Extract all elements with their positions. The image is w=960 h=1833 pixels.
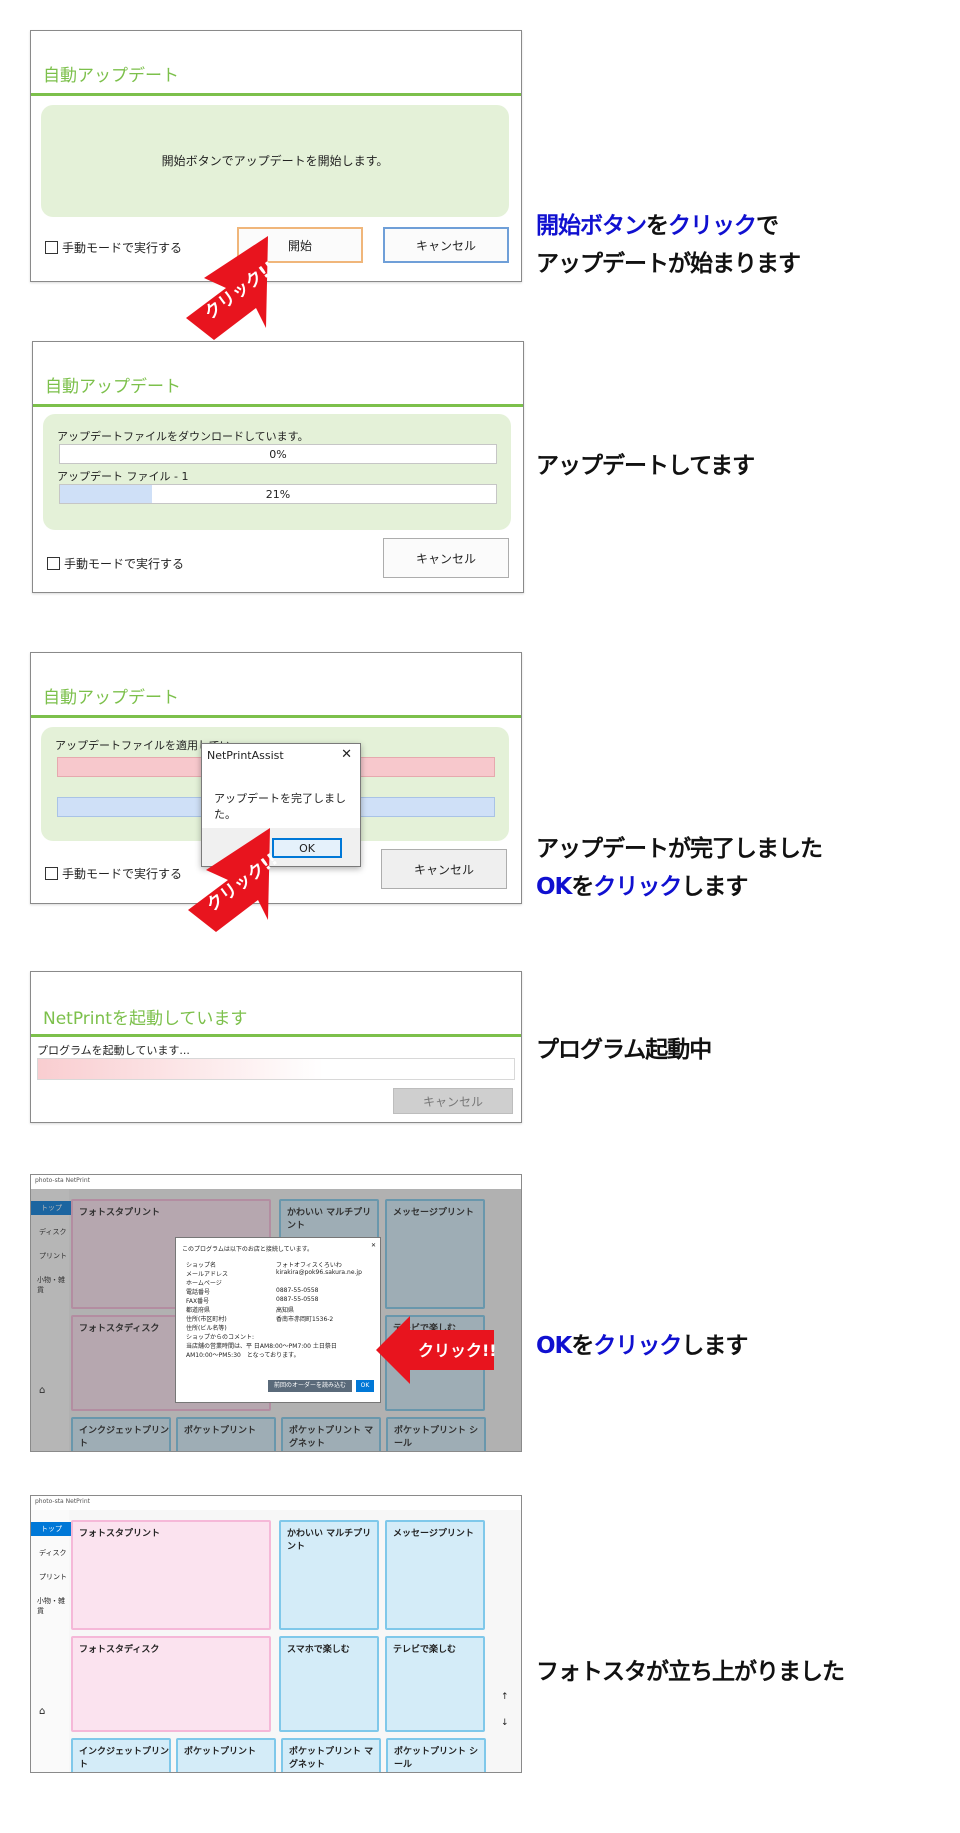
click-arrow-icon: クリック!! [172, 820, 307, 940]
caption-start: 開始ボタンをクリックで アップデートが始まります [536, 213, 801, 277]
dialog-message: アップデートを完了しました。 [214, 792, 346, 821]
app-title: photo-sta NetPrint [35, 1498, 90, 1505]
window-title: 自動アップデート [45, 377, 181, 397]
dialog-header: このプログラムは以下のお店と接続しています。 [182, 1246, 314, 1253]
nav-item-goods[interactable]: 小物・雑貨 [37, 1596, 69, 1616]
app-screenshot-launched: photo-sta NetPrint トップ ディスク プリント 小物・雑貨 ⌂… [30, 1495, 522, 1773]
launch-status: プログラムを起動しています... [37, 1044, 190, 1057]
checkbox-box[interactable] [47, 557, 60, 570]
shop-row: FAX番号 0887-55-0558 [186, 1296, 319, 1305]
nav-item-print[interactable]: プリント [39, 1572, 67, 1582]
tile-pocket-sticker[interactable]: ポケットプリント シール [386, 1738, 486, 1772]
app-titlebar: photo-sta NetPrint [31, 1175, 521, 1189]
close-icon[interactable]: ✕ [341, 747, 352, 762]
shop-row: 電話番号 0887-55-0558 [186, 1287, 319, 1296]
title-divider [31, 1034, 521, 1037]
message-box: 開始ボタンでアップデートを開始します。 [41, 105, 509, 217]
tile-photosta-print[interactable]: フォトスタプリント [71, 1520, 271, 1630]
progress-box: アップデートファイルをダウンロードしています。 0% アップデート ファイル -… [43, 414, 511, 530]
file-label: アップデート ファイル - 1 [57, 470, 189, 483]
cancel-button[interactable]: キャンセル [381, 849, 507, 889]
checkbox-label: 手動モードで実行する [64, 557, 185, 571]
shop-row: 都道府県 高知県 [186, 1307, 295, 1314]
scroll-up-icon[interactable]: ↑ [501, 1692, 509, 1702]
tile-smartphone[interactable]: スマホで楽しむ [279, 1636, 379, 1732]
title-divider [31, 715, 521, 718]
shop-dialog: このプログラムは以下のお店と接続しています。 ✕ ショップ名 フォトオフィスくろい… [175, 1237, 381, 1403]
click-arrow-icon: クリック!! [376, 1308, 497, 1392]
shop-row: ショップからのコメント: [186, 1334, 255, 1341]
shop-row: 住所(ビル名等) [186, 1325, 227, 1332]
click-arrow-icon: クリック!! [170, 228, 305, 348]
shop-comment-line1: 当店舗の営業時間は、平 日AM8:00～PM7:00 土日祭日 [186, 1343, 337, 1350]
tile-multi-print[interactable]: かわいい マルチプリント [279, 1520, 379, 1630]
manual-mode-checkbox[interactable]: 手動モードで実行する [45, 239, 182, 256]
manual-mode-checkbox[interactable]: 手動モードで実行する [45, 865, 182, 882]
download-progress-bar: 0% [59, 444, 497, 464]
shop-comment-line2: AM10:00～PM5:30 となっております。 [186, 1352, 300, 1359]
tile-inkjet[interactable]: インクジェットプリント [71, 1738, 171, 1772]
ok-button[interactable]: OK [356, 1380, 374, 1392]
cancel-button[interactable]: キャンセル [393, 1088, 513, 1114]
manual-mode-checkbox[interactable]: 手動モードで実行する [47, 555, 184, 572]
start-message: 開始ボタンでアップデートを開始します。 [161, 154, 389, 168]
shop-row: ショップ名 フォトオフィスくろいわ [186, 1262, 342, 1269]
tile-pocket[interactable]: ポケットプリント [176, 1738, 276, 1772]
scroll-down-icon[interactable]: ↓ [501, 1718, 509, 1728]
checkbox-box[interactable] [45, 867, 58, 880]
caption-launched: フォトスタが立ち上がりました [536, 1659, 845, 1685]
tile-message-print[interactable]: メッセージプリント [385, 1520, 485, 1630]
caption-progress: アップデートしてます [536, 453, 755, 479]
checkbox-label: 手動モードで実行する [62, 867, 183, 881]
download-percent: 0% [269, 447, 287, 461]
caption-complete: アップデートが完了しました OKをクリックします [536, 836, 823, 900]
cancel-button[interactable]: キャンセル [383, 227, 509, 263]
caption-launching: プログラム起動中 [536, 1037, 712, 1063]
tile-pocket-magnet[interactable]: ポケットプリント マグネット [281, 1738, 381, 1772]
shop-row: 住所(市区町村) 香南市赤岡町1536-2 [186, 1316, 334, 1323]
window-title: 自動アップデート [43, 66, 179, 86]
window-title: NetPrintを起動しています [43, 1009, 248, 1029]
window-title: 自動アップデート [43, 688, 179, 708]
launch-progress-bar [37, 1058, 515, 1080]
cancel-button[interactable]: キャンセル [383, 538, 509, 578]
file-percent: 21% [265, 487, 291, 501]
title-divider [31, 93, 521, 96]
click-badge-label: クリック!! [418, 1341, 496, 1360]
download-label: アップデートファイルをダウンロードしています。 [57, 430, 309, 443]
reload-order-button[interactable]: 前回のオーダーを読み込む [268, 1380, 352, 1392]
title-divider [33, 404, 523, 407]
shop-info-table: ショップ名 フォトオフィスくろいわ メールアドレス kirakira@pok96.s… [186, 1260, 362, 1359]
shop-row: ホームページ [186, 1280, 222, 1287]
launch-window: NetPrintを起動しています プログラムを起動しています... キャンセル [30, 971, 522, 1123]
tile-photosta-disc[interactable]: フォトスタディスク [71, 1636, 271, 1732]
checkbox-box[interactable] [45, 241, 58, 254]
shop-row: メールアドレス kirakira@pok96.sakura.ne.jp [186, 1269, 362, 1278]
checkbox-label: 手動モードで実行する [62, 241, 183, 255]
tile-tv[interactable]: テレビで楽しむ [385, 1636, 485, 1732]
update-window-progress: 自動アップデート アップデートファイルをダウンロードしています。 0% アップデ… [32, 341, 524, 593]
sidebar: トップ ディスク プリント 小物・雑貨 ⌂ [31, 1510, 77, 1772]
file-progress-fill [60, 485, 152, 503]
close-icon[interactable]: ✕ [371, 1242, 376, 1249]
app-titlebar: photo-sta NetPrint [31, 1496, 521, 1510]
home-icon[interactable]: ⌂ [39, 1706, 45, 1717]
nav-item-disc[interactable]: ディスク [39, 1548, 67, 1558]
app-title: photo-sta NetPrint [35, 1177, 90, 1184]
file-progress-bar: 21% [59, 484, 497, 504]
dialog-title: NetPrintAssist [207, 749, 284, 762]
caption-ok-shop: OKをクリックします [536, 1333, 748, 1359]
